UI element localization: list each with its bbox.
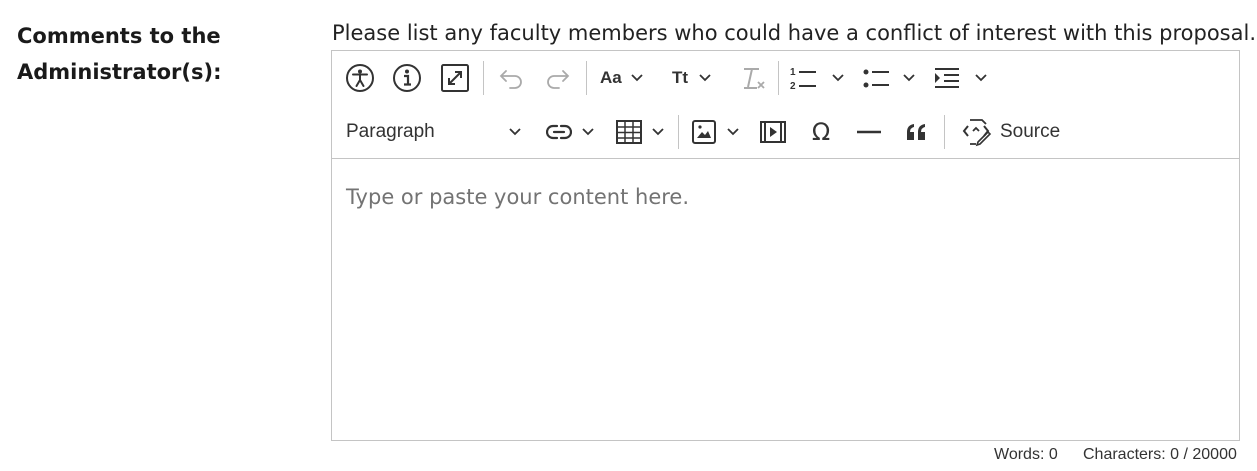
horizontal-line-button[interactable]: [854, 117, 884, 147]
chevron-down-icon: [975, 74, 987, 82]
font-size-icon: Aa: [600, 68, 622, 87]
indent-icon: [935, 68, 959, 88]
source-button[interactable]: Source: [962, 115, 1062, 149]
text-case-icon: Tt: [672, 68, 689, 87]
source-icon: [962, 119, 992, 147]
font-size-dropdown[interactable]: Aa: [600, 64, 652, 92]
link-dropdown[interactable]: [546, 117, 600, 147]
toolbar-separator: [586, 61, 587, 95]
text-case-dropdown[interactable]: Tt: [672, 64, 722, 92]
table-icon: [616, 120, 642, 144]
svg-text:2: 2: [790, 81, 796, 91]
chevron-down-icon: [631, 74, 643, 82]
chevron-down-icon: [832, 74, 844, 82]
rich-text-editor: Aa Tt 1 2 Paragraph Ω Source Type or pas…: [331, 50, 1240, 441]
fullscreen-button[interactable]: [439, 62, 471, 94]
info-button[interactable]: [391, 62, 423, 94]
indent-dropdown[interactable]: [934, 63, 990, 93]
image-dropdown[interactable]: [692, 117, 746, 147]
chevron-down-icon: [582, 128, 594, 136]
toolbar-separator: [483, 61, 484, 95]
remove-format-button[interactable]: [736, 63, 768, 93]
bulleted-list-dropdown[interactable]: [862, 63, 918, 93]
svg-text:1: 1: [790, 67, 796, 78]
special-characters-icon: Ω: [811, 118, 831, 146]
numbered-list-dropdown[interactable]: 1 2: [789, 63, 847, 93]
toolbar-separator: [778, 61, 779, 95]
heading-dropdown[interactable]: Paragraph: [346, 117, 524, 147]
chevron-down-icon: [509, 128, 521, 136]
field-help-text: Please list any faculty members who coul…: [332, 21, 1256, 45]
toolbar-separator: [678, 115, 679, 149]
character-count: Characters: 0 / 20000: [1083, 446, 1237, 463]
heading-select-value: Paragraph: [346, 121, 435, 142]
redo-icon: [547, 70, 570, 89]
bulleted-list-icon: [863, 69, 889, 88]
chevron-down-icon: [727, 128, 739, 136]
blockquote-icon: [907, 124, 925, 140]
numbered-list-icon: 1 2: [790, 67, 816, 91]
redo-button[interactable]: [543, 64, 573, 92]
chevron-down-icon: [903, 74, 915, 82]
blockquote-button[interactable]: [902, 117, 932, 147]
table-dropdown[interactable]: [616, 117, 670, 147]
fullscreen-icon: [441, 64, 469, 92]
editor-toolbar: Aa Tt 1 2 Paragraph Ω Source: [332, 51, 1239, 159]
media-icon: [760, 121, 786, 143]
toolbar-separator: [944, 115, 945, 149]
undo-icon: [499, 70, 522, 89]
media-embed-button[interactable]: [758, 117, 788, 147]
info-icon: [393, 64, 421, 92]
source-label: Source: [1000, 121, 1061, 142]
accessibility-icon: [346, 64, 374, 92]
editor-placeholder: Type or paste your content here.: [346, 185, 690, 209]
link-icon: [546, 124, 572, 140]
horizontal-line-icon: [857, 130, 881, 134]
chevron-down-icon: [652, 128, 664, 136]
accessibility-button[interactable]: [344, 62, 376, 94]
word-count: Words: 0: [994, 446, 1058, 463]
special-characters-button[interactable]: Ω: [806, 117, 836, 147]
chevron-down-icon: [699, 74, 711, 82]
remove-format-icon: [744, 68, 765, 89]
image-icon: [692, 120, 716, 144]
field-label: Comments to the Administrator(s):: [17, 24, 222, 84]
undo-button[interactable]: [496, 64, 526, 92]
